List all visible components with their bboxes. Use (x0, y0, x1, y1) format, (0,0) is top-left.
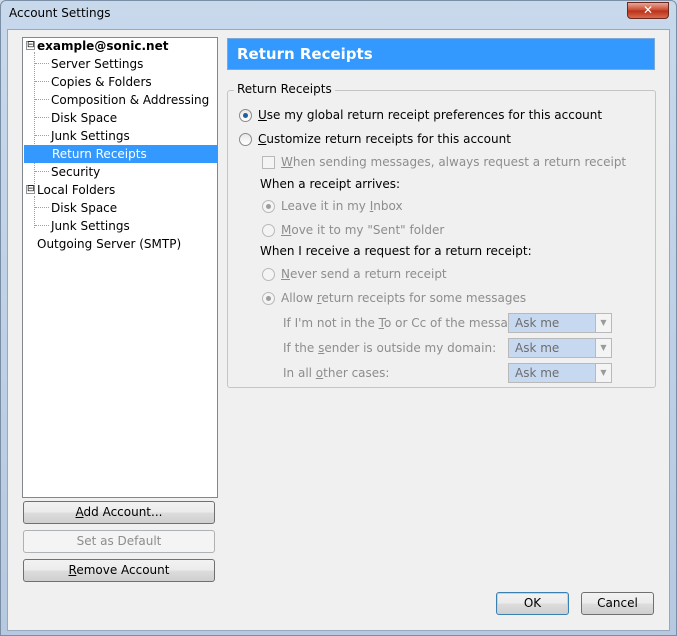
close-button[interactable]: ✕ (627, 2, 669, 19)
tree-item-label: Security (51, 165, 101, 179)
close-icon: ✕ (642, 3, 654, 17)
tree-connector (35, 63, 49, 64)
radio-never-send[interactable] (262, 268, 275, 281)
add-account-button[interactable]: Add Account... (23, 501, 215, 524)
account-settings-window: Account Settings ✕ ⊟ example@sonic.net S… (0, 0, 677, 636)
cond-outside-domain-label: If the sender is outside my domain: (283, 341, 497, 355)
tree-item-local-junk-settings[interactable]: Junk Settings (51, 217, 130, 235)
collapse-icon[interactable]: ⊟ (26, 185, 35, 194)
tree-item-label: example@sonic.net (37, 39, 169, 53)
radio-customize-label[interactable]: Customize return receipts for this accou… (258, 132, 511, 146)
radio-global-preferences-label[interactable]: Use my global return receipt preferences… (258, 108, 602, 122)
collapse-icon[interactable]: ⊟ (26, 41, 35, 50)
page-title: Return Receipts (237, 45, 373, 63)
tree-connector (35, 117, 49, 118)
receive-request-label: When I receive a request for a return re… (260, 244, 532, 258)
tree-item-label: Disk Space (51, 201, 118, 215)
tree-item-server-settings[interactable]: Server Settings (51, 55, 143, 73)
radio-customize[interactable] (239, 133, 252, 146)
tree-item-label: Return Receipts (52, 147, 147, 161)
title-bar[interactable]: Account Settings ✕ (1, 1, 676, 27)
radio-leave-in-inbox[interactable] (262, 200, 275, 213)
tree-item-return-receipts[interactable]: Return Receipts (24, 145, 217, 163)
not-in-to-cc-select[interactable]: Ask me ▼ (508, 313, 612, 333)
tree-item-label: Composition & Addressing (51, 93, 210, 107)
tree-item-label: Junk Settings (51, 129, 130, 143)
other-cases-select[interactable]: Ask me ▼ (508, 363, 612, 383)
chevron-down-icon[interactable]: ▼ (595, 364, 611, 382)
tree-connector (35, 171, 49, 172)
always-request-checkbox[interactable] (262, 156, 275, 169)
cancel-button[interactable]: Cancel (581, 592, 654, 615)
tree-item-account[interactable]: ⊟ example@sonic.net (25, 37, 215, 55)
tree-item-label: Local Folders (37, 183, 116, 197)
tree-item-security[interactable]: Security (51, 163, 100, 181)
tree-item-label: Copies & Folders (51, 75, 152, 89)
tree-item-copies-folders[interactable]: Copies & Folders (51, 73, 152, 91)
tree-connector (35, 225, 49, 226)
tree-item-junk-settings[interactable]: Junk Settings (51, 127, 130, 145)
tree-item-label: Junk Settings (51, 219, 130, 233)
receipt-arrives-label: When a receipt arrives: (260, 177, 401, 191)
cond-not-in-to-cc-label: If I'm not in the To or Cc of the messag… (283, 316, 527, 330)
tree-item-outgoing-server[interactable]: Outgoing Server (SMTP) (37, 235, 181, 253)
radio-move-to-sent[interactable] (262, 224, 275, 237)
tree-item-label: Disk Space (51, 111, 118, 125)
radio-move-to-sent-label[interactable]: Move it to my "Sent" folder (281, 223, 444, 237)
radio-leave-in-inbox-label[interactable]: Leave it in my Inbox (281, 199, 403, 213)
chevron-down-icon[interactable]: ▼ (595, 339, 611, 357)
dialog-client-area: ⊟ example@sonic.net Server Settings Copi… (7, 29, 670, 631)
window-title: Account Settings (9, 6, 111, 20)
radio-allow-some[interactable] (262, 292, 275, 305)
tree-connector (35, 81, 49, 82)
tree-connector (35, 99, 49, 100)
set-as-default-button[interactable]: Set as Default (23, 530, 215, 553)
remove-account-button[interactable]: Remove Account (23, 559, 215, 582)
account-tree[interactable]: ⊟ example@sonic.net Server Settings Copi… (22, 37, 218, 498)
tree-item-composition-addressing[interactable]: Composition & Addressing (51, 91, 209, 109)
chevron-down-icon[interactable]: ▼ (595, 314, 611, 332)
cond-other-cases-label: In all other cases: (283, 366, 390, 380)
radio-never-send-label[interactable]: Never send a return receipt (281, 267, 447, 281)
groupbox-legend: Return Receipts (234, 82, 335, 96)
tree-connector (34, 196, 35, 228)
always-request-label[interactable]: When sending messages, always request a … (281, 155, 626, 169)
radio-global-preferences[interactable] (239, 109, 252, 122)
tree-connector (35, 207, 49, 208)
tree-item-label: Outgoing Server (SMTP) (37, 237, 182, 251)
tree-item-label: Server Settings (51, 57, 144, 71)
panel-header: Return Receipts (227, 38, 655, 70)
tree-connector (35, 135, 49, 136)
outside-domain-select[interactable]: Ask me ▼ (508, 338, 612, 358)
tree-item-local-disk-space[interactable]: Disk Space (51, 199, 117, 217)
radio-allow-some-label[interactable]: Allow return receipts for some messages (281, 291, 526, 305)
tree-connector (34, 52, 35, 188)
ok-button[interactable]: OK (496, 592, 569, 615)
tree-item-disk-space[interactable]: Disk Space (51, 109, 117, 127)
